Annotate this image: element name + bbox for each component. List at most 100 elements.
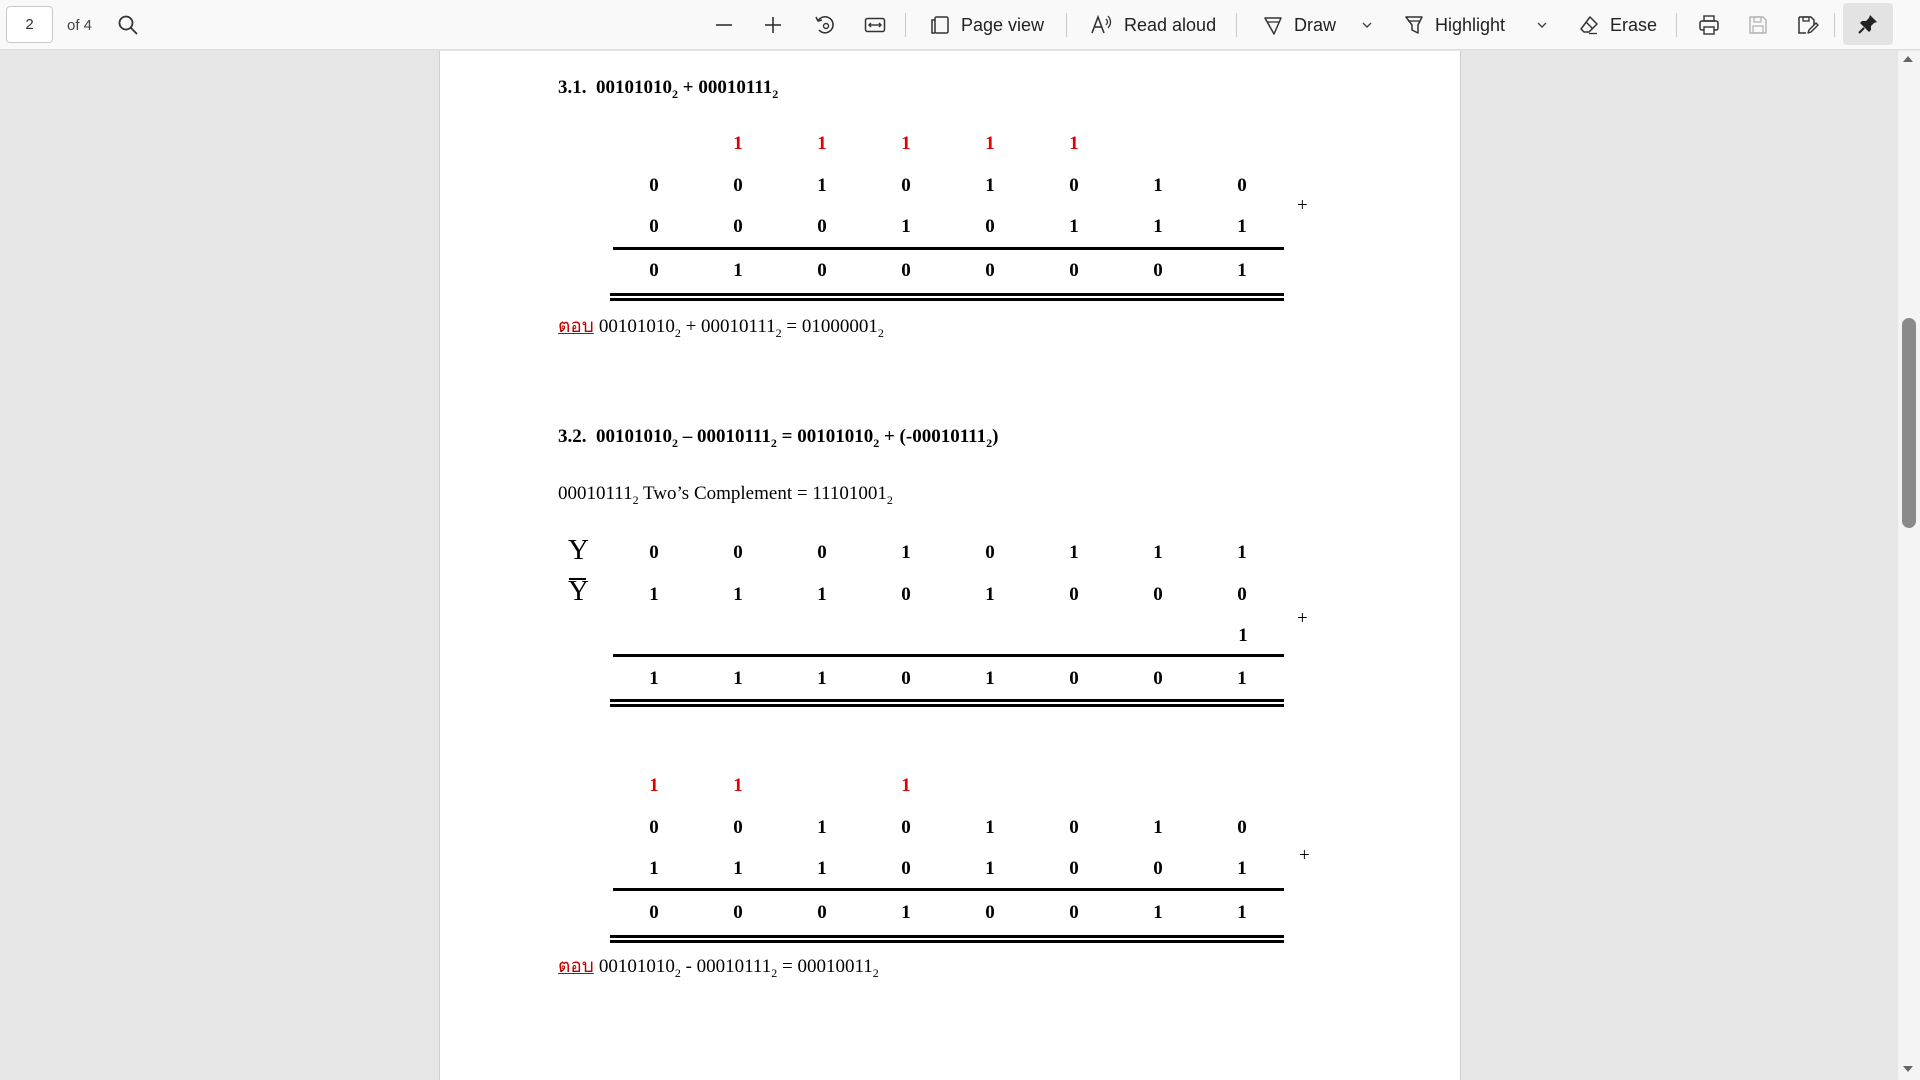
result: 00010011 [797, 956, 873, 977]
sum-line [613, 247, 1284, 250]
highlight-icon [1403, 14, 1425, 36]
close-paren: ) [992, 426, 999, 447]
digit: 0 [901, 817, 911, 838]
operator: + [685, 316, 697, 337]
digit: 0 [1237, 584, 1247, 605]
double-line-top [610, 935, 1284, 938]
print-icon[interactable] [1697, 0, 1721, 50]
double-line-top [610, 293, 1284, 296]
erase-icon [1578, 14, 1600, 36]
page-count: of 4 [67, 16, 93, 34]
digit: 1 [817, 817, 827, 838]
section-number: 3.1. [558, 77, 587, 98]
scroll-down-arrow[interactable] [1903, 1066, 1913, 1072]
base-subscript: 2 [770, 436, 777, 450]
digit: 0 [733, 175, 743, 196]
carry-digit: 1 [733, 133, 743, 154]
pin-icon [1857, 13, 1879, 35]
digit: 0 [733, 817, 743, 838]
digit: 0 [649, 260, 659, 281]
digit: 0 [1069, 817, 1079, 838]
y-label: Y [568, 534, 589, 566]
digit: 0 [817, 542, 827, 563]
carry-digit: 1 [733, 775, 743, 796]
answer-3-2: ตอบ 001010102 - 000101112 = 000100112 [558, 951, 879, 981]
draw-button[interactable]: Draw [1262, 0, 1336, 50]
add-one-digit: 1 [1238, 625, 1248, 646]
digit: 0 [985, 902, 995, 923]
digit: 1 [817, 668, 827, 689]
toolbar-divider [905, 13, 906, 37]
rotate-icon[interactable] [813, 0, 837, 50]
page-view-button[interactable]: Page view [929, 0, 1044, 50]
digit: 0 [1069, 584, 1079, 605]
digit: 0 [649, 817, 659, 838]
page-view-icon [929, 14, 951, 36]
toolbar-divider [1066, 13, 1067, 37]
scroll-up-arrow[interactable] [1903, 56, 1913, 62]
double-line-top [610, 699, 1284, 702]
save-icon[interactable] [1747, 0, 1769, 50]
read-aloud-button[interactable]: Read aloud [1090, 0, 1216, 50]
digit: 0 [817, 216, 827, 237]
digit: 1 [1153, 902, 1163, 923]
fit-width-icon[interactable] [863, 0, 887, 50]
operand-a: 00101010 [797, 426, 874, 447]
digit: 0 [901, 175, 911, 196]
digit: 0 [1153, 858, 1163, 879]
page-number-input[interactable]: 2 [6, 6, 53, 43]
operator: – [682, 426, 693, 447]
digit: 0 [1069, 175, 1079, 196]
draw-label: Draw [1294, 14, 1337, 35]
erase-button[interactable]: Erase [1578, 0, 1657, 50]
equals: = [781, 426, 793, 447]
digit: 1 [733, 584, 743, 605]
chevron-down-icon[interactable] [1535, 0, 1549, 50]
carry-digit: 1 [901, 133, 911, 154]
twos-complement-line: 000101112 Two’s Complement = 111010012 [558, 483, 893, 506]
zoom-out-icon[interactable] [713, 0, 735, 50]
digit: 1 [649, 584, 659, 605]
toolbar-divider [1834, 13, 1835, 37]
read-aloud-label: Read aloud [1124, 14, 1217, 35]
pin-toolbar-button[interactable] [1843, 3, 1893, 45]
vertical-scrollbar[interactable] [1898, 51, 1920, 1080]
save-as-icon[interactable] [1796, 0, 1820, 50]
digit: 1 [817, 584, 827, 605]
digit: 0 [901, 668, 911, 689]
sum-line [613, 888, 1284, 891]
digit: 1 [817, 175, 827, 196]
digit: 1 [985, 817, 995, 838]
digit: 1 [1153, 175, 1163, 196]
carry-digit: 1 [901, 775, 911, 796]
digit: 1 [985, 175, 995, 196]
answer-3-1: ตอบ 001010102 + 000101112 = 010000012 [558, 311, 884, 341]
base-subscript: 2 [674, 326, 681, 340]
zoom-in-icon[interactable] [762, 0, 784, 50]
plus-sign: + [1297, 608, 1308, 629]
ybar-label: Y [568, 575, 589, 607]
digit: 1 [1153, 817, 1163, 838]
digit: 0 [985, 260, 995, 281]
operand-a: 00101010 [596, 426, 672, 447]
digit: 1 [733, 858, 743, 879]
draw-icon [1262, 14, 1284, 36]
chevron-down-icon[interactable] [1360, 0, 1374, 50]
double-line-bottom [610, 940, 1284, 943]
scrollbar-thumb[interactable] [1902, 318, 1916, 528]
digit: 1 [649, 858, 659, 879]
operator: - [685, 956, 692, 977]
digit: 0 [649, 216, 659, 237]
operand-b: 00010111 [696, 956, 772, 977]
base-subscript: 2 [674, 966, 681, 980]
highlight-button[interactable]: Highlight [1403, 0, 1505, 50]
base-subscript: 2 [771, 966, 778, 980]
digit: 0 [733, 542, 743, 563]
search-icon[interactable] [117, 0, 139, 50]
double-line-bottom [610, 298, 1284, 301]
carry-digit: 1 [1069, 133, 1079, 154]
digit: 1 [1153, 216, 1163, 237]
digit: 1 [901, 902, 911, 923]
digit: 1 [985, 858, 995, 879]
digit: 1 [649, 668, 659, 689]
